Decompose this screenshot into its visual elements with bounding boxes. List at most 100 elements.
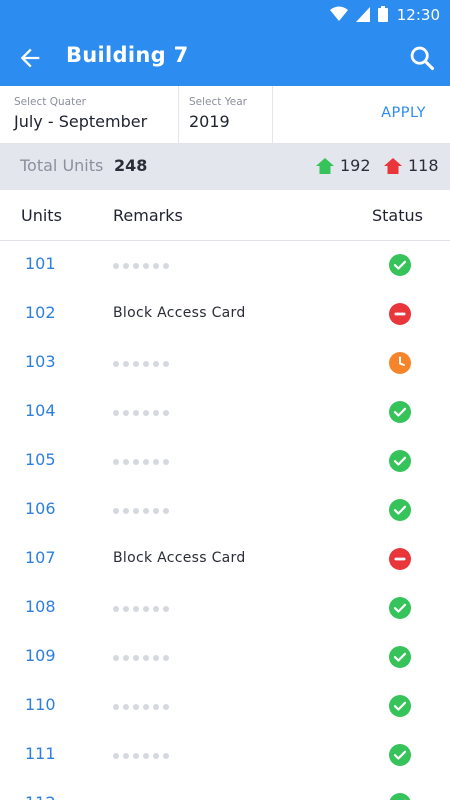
unit-number[interactable]: 104 bbox=[25, 401, 56, 420]
home-down-icon bbox=[384, 157, 402, 174]
placeholder-dot bbox=[163, 459, 169, 465]
placeholder-dot bbox=[113, 704, 119, 710]
placeholder-dot bbox=[123, 361, 129, 367]
table-row[interactable]: 102 Block Access Card bbox=[0, 290, 450, 339]
minus-circle-icon bbox=[389, 548, 411, 570]
placeholder-dot bbox=[143, 508, 149, 514]
check-circle-icon bbox=[389, 646, 411, 668]
empty-remark-placeholder bbox=[113, 410, 169, 416]
unit-number[interactable]: 110 bbox=[25, 695, 56, 714]
placeholder-dot bbox=[153, 655, 159, 661]
total-units-label: Total Units bbox=[20, 156, 104, 175]
placeholder-dot bbox=[113, 263, 119, 269]
placeholder-dot bbox=[153, 606, 159, 612]
table-row[interactable]: 106 bbox=[0, 486, 450, 535]
placeholder-dot bbox=[153, 753, 159, 759]
placeholder-dot bbox=[143, 704, 149, 710]
placeholder-dot bbox=[133, 753, 139, 759]
placeholder-dot bbox=[163, 410, 169, 416]
placeholder-dot bbox=[163, 606, 169, 612]
unit-number[interactable]: 101 bbox=[25, 254, 56, 273]
quarter-value: July - September bbox=[14, 112, 148, 131]
table-row[interactable]: 108 bbox=[0, 584, 450, 633]
table-row[interactable]: 103 bbox=[0, 339, 450, 388]
placeholder-dot bbox=[123, 263, 129, 269]
unit-number[interactable]: 112 bbox=[25, 793, 56, 800]
placeholder-dot bbox=[123, 606, 129, 612]
filter-bar: Select Quater July - September Select Ye… bbox=[0, 86, 450, 144]
unit-number[interactable]: 109 bbox=[25, 646, 56, 665]
placeholder-dot bbox=[133, 459, 139, 465]
apply-button[interactable]: APPLY bbox=[381, 105, 426, 121]
status-time: 12:30 bbox=[396, 6, 440, 24]
placeholder-dot bbox=[113, 753, 119, 759]
placeholder-dot bbox=[143, 655, 149, 661]
units-header: Units bbox=[21, 206, 62, 225]
summary-bar: Total Units 248 192 118 bbox=[0, 144, 450, 190]
unit-number[interactable]: 103 bbox=[25, 352, 56, 371]
clock-icon bbox=[389, 352, 411, 374]
unit-number[interactable]: 102 bbox=[25, 303, 56, 322]
placeholder-dot bbox=[123, 704, 129, 710]
quarter-select[interactable]: Select Quater July - September bbox=[0, 86, 179, 144]
year-label: Select Year bbox=[189, 96, 247, 108]
arrow-left-icon[interactable] bbox=[16, 44, 44, 72]
placeholder-dot bbox=[143, 606, 149, 612]
empty-remark-placeholder bbox=[113, 606, 169, 612]
table-row[interactable]: 109 bbox=[0, 633, 450, 682]
up-count: 192 bbox=[340, 156, 371, 175]
unit-number[interactable]: 105 bbox=[25, 450, 56, 469]
search-icon[interactable] bbox=[408, 44, 436, 72]
unit-number[interactable]: 111 bbox=[25, 744, 56, 763]
battery-icon bbox=[378, 6, 388, 22]
year-value: 2019 bbox=[189, 112, 230, 131]
toolbar: Building 7 bbox=[0, 30, 450, 86]
placeholder-dot bbox=[113, 655, 119, 661]
table-row[interactable]: 112 bbox=[0, 780, 450, 800]
check-circle-icon bbox=[389, 695, 411, 717]
status-icons bbox=[330, 6, 388, 22]
unit-number[interactable]: 108 bbox=[25, 597, 56, 616]
app-bar: 12:30 Building 7 bbox=[0, 0, 450, 86]
check-circle-icon bbox=[389, 450, 411, 472]
units-list[interactable]: 101 102 Block Access Card 103 104 105 106 107 Bl… bbox=[0, 241, 450, 800]
wifi-icon bbox=[330, 6, 348, 21]
placeholder-dot bbox=[123, 508, 129, 514]
table-row[interactable]: 110 bbox=[0, 682, 450, 731]
placeholder-dot bbox=[123, 410, 129, 416]
placeholder-dot bbox=[113, 410, 119, 416]
table-row[interactable]: 107 Block Access Card bbox=[0, 535, 450, 584]
remark-text: Block Access Card bbox=[113, 305, 246, 321]
table-row[interactable]: 111 bbox=[0, 731, 450, 780]
placeholder-dot bbox=[143, 410, 149, 416]
year-select[interactable]: Select Year 2019 bbox=[179, 86, 273, 144]
quarter-label: Select Quater bbox=[14, 96, 86, 108]
placeholder-dot bbox=[133, 704, 139, 710]
table-row[interactable]: 105 bbox=[0, 437, 450, 486]
table-header: Units Remarks Status bbox=[0, 190, 450, 241]
placeholder-dot bbox=[113, 606, 119, 612]
page-title: Building 7 bbox=[66, 43, 189, 67]
check-circle-icon bbox=[389, 401, 411, 423]
placeholder-dot bbox=[153, 410, 159, 416]
empty-remark-placeholder bbox=[113, 704, 169, 710]
check-circle-icon bbox=[389, 254, 411, 276]
unit-number[interactable]: 107 bbox=[25, 548, 56, 567]
empty-remark-placeholder bbox=[113, 263, 169, 269]
placeholder-dot bbox=[113, 459, 119, 465]
placeholder-dot bbox=[163, 753, 169, 759]
table-row[interactable]: 104 bbox=[0, 388, 450, 437]
placeholder-dot bbox=[123, 753, 129, 759]
table-row[interactable]: 101 bbox=[0, 241, 450, 290]
placeholder-dot bbox=[163, 508, 169, 514]
placeholder-dot bbox=[153, 508, 159, 514]
check-circle-icon bbox=[389, 744, 411, 766]
placeholder-dot bbox=[153, 263, 159, 269]
placeholder-dot bbox=[113, 361, 119, 367]
placeholder-dot bbox=[163, 655, 169, 661]
check-circle-icon bbox=[389, 793, 411, 800]
empty-remark-placeholder bbox=[113, 508, 169, 514]
unit-number[interactable]: 106 bbox=[25, 499, 56, 518]
placeholder-dot bbox=[133, 410, 139, 416]
empty-remark-placeholder bbox=[113, 655, 169, 661]
